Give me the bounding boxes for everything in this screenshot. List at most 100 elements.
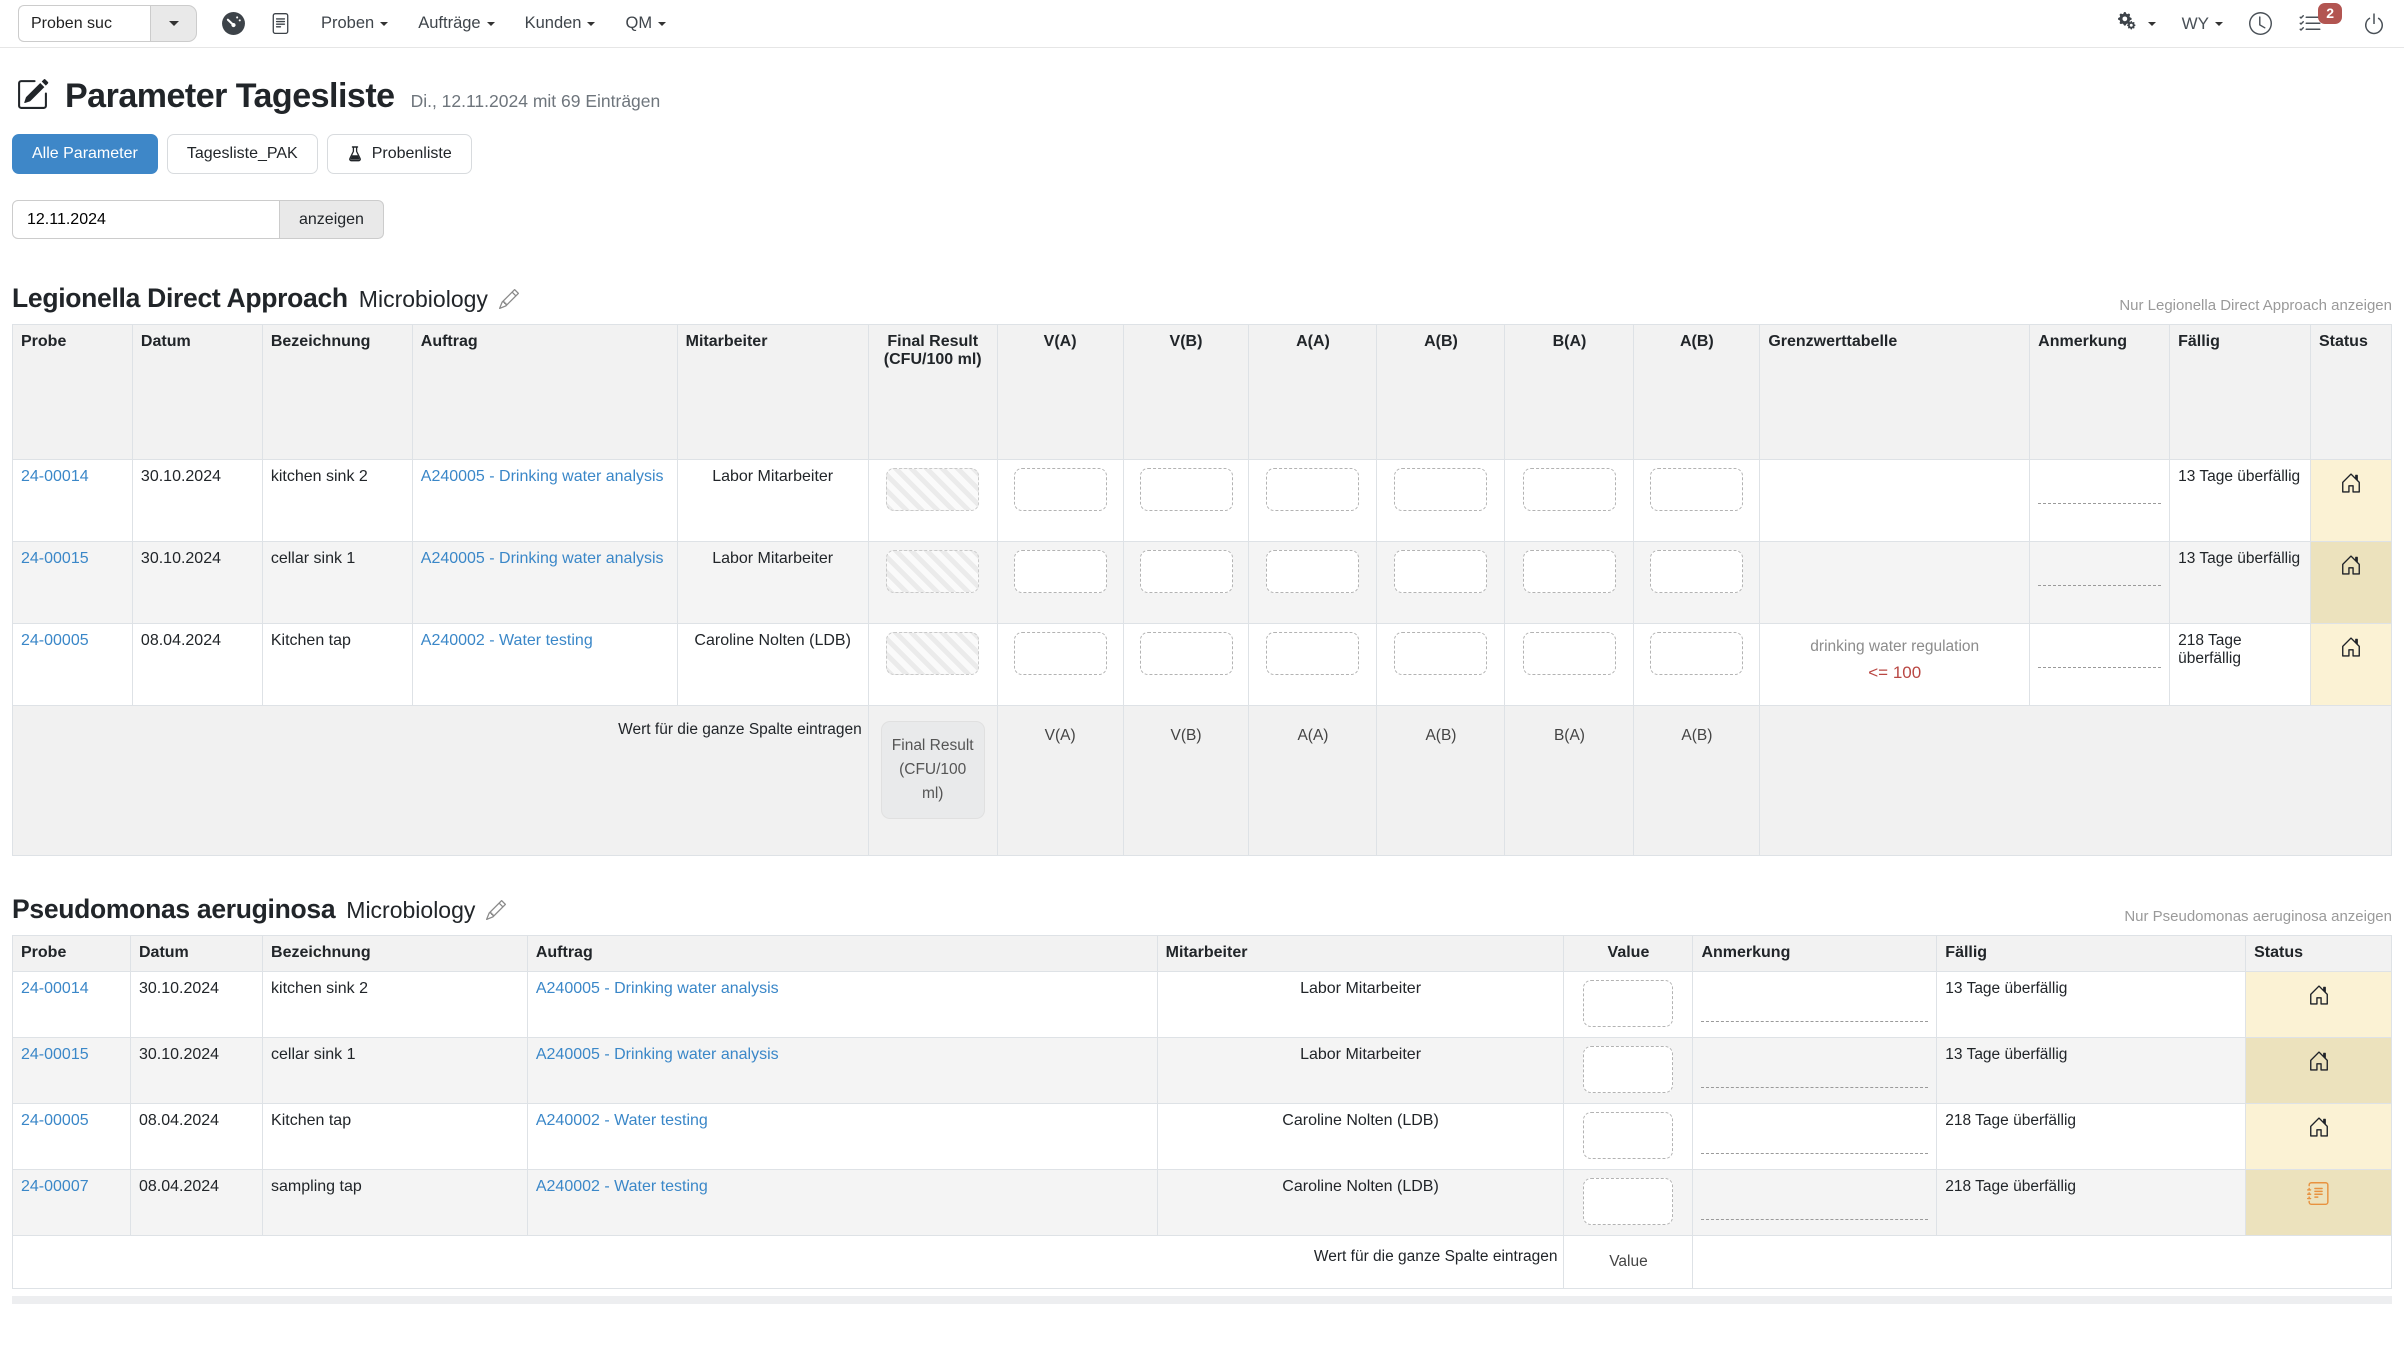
col-status: Status xyxy=(2310,325,2391,460)
edit-pencil-icon[interactable] xyxy=(486,900,506,925)
anmerkung-field[interactable] xyxy=(1701,980,1928,1022)
value-input[interactable] xyxy=(1583,980,1673,1027)
cell-bezeichnung: cellar sink 1 xyxy=(262,542,412,624)
chevron-down-icon xyxy=(587,22,595,26)
chevron-down-icon xyxy=(169,21,179,26)
replicate-value-input[interactable] xyxy=(1650,632,1743,675)
menu-qm[interactable]: QM xyxy=(625,14,666,33)
col-datum: Datum xyxy=(130,936,262,972)
replicate-value-input[interactable] xyxy=(1394,550,1487,593)
page-subtitle: Di., 12.11.2024 mit 69 Einträgen xyxy=(411,91,661,112)
col-mitarbeiter: Mitarbeiter xyxy=(677,325,868,460)
replicate-value-input[interactable] xyxy=(1014,632,1107,675)
probe-link[interactable]: 24-00014 xyxy=(21,980,89,997)
cell-replicate-value xyxy=(1377,460,1505,542)
probe-link[interactable]: 24-00005 xyxy=(21,632,89,649)
task-list-icon[interactable]: 2 xyxy=(2298,12,2322,36)
replicate-value-input[interactable] xyxy=(1394,632,1487,675)
edit-pencil-icon[interactable] xyxy=(499,289,519,314)
cell-probe: 24-00007 xyxy=(13,1170,131,1236)
document-icon[interactable] xyxy=(270,13,291,34)
auftrag-link[interactable]: A240002 - Water testing xyxy=(536,1112,708,1129)
user-menu[interactable]: WY xyxy=(2182,14,2223,34)
bulk-column-input[interactable]: V(B) xyxy=(1123,706,1249,856)
bulk-column-input[interactable]: A(B) xyxy=(1377,706,1505,856)
filter-tagesliste-pak-button[interactable]: Tagesliste_PAK xyxy=(167,134,318,174)
pseudomonas-tbody: 24-0001430.10.2024kitchen sink 2A240005 … xyxy=(13,972,2392,1236)
anmerkung-field[interactable] xyxy=(2038,550,2161,586)
bulk-column-input[interactable]: A(A) xyxy=(1249,706,1377,856)
replicate-value-input[interactable] xyxy=(1140,550,1233,593)
value-input[interactable] xyxy=(1583,1046,1673,1093)
auftrag-link[interactable]: A240002 - Water testing xyxy=(536,1178,708,1195)
filter-only-pseudomonas-link[interactable]: Nur Pseudomonas aeruginosa anzeigen xyxy=(2124,908,2392,925)
settings-gears-icon[interactable] xyxy=(2118,12,2156,36)
show-button[interactable]: anzeigen xyxy=(280,200,384,239)
table-row: 24-0001430.10.2024kitchen sink 2A240005 … xyxy=(13,972,2392,1038)
bulk-column-input[interactable]: A(B) xyxy=(1634,706,1760,856)
clock-icon[interactable] xyxy=(2249,12,2272,35)
auftrag-link[interactable]: A240002 - Water testing xyxy=(421,632,593,649)
cell-anmerkung xyxy=(1693,1038,1937,1104)
menu-proben[interactable]: Proben xyxy=(321,14,388,33)
bulk-column-input[interactable]: B(A) xyxy=(1505,706,1634,856)
replicate-value-input[interactable] xyxy=(1266,468,1359,511)
replicate-value-input[interactable] xyxy=(1014,468,1107,511)
menu-auftraege[interactable]: Aufträge xyxy=(418,14,494,33)
auftrag-link[interactable]: A240005 - Drinking water analysis xyxy=(421,468,664,485)
replicate-value-input[interactable] xyxy=(1140,632,1233,675)
probe-link[interactable]: 24-00015 xyxy=(21,1046,89,1063)
replicate-value-input[interactable] xyxy=(1140,468,1233,511)
value-input[interactable] xyxy=(1583,1112,1673,1159)
anmerkung-field[interactable] xyxy=(1701,1112,1928,1154)
probe-link[interactable]: 24-00014 xyxy=(21,468,89,485)
replicate-value-input[interactable] xyxy=(1650,468,1743,511)
anmerkung-field[interactable] xyxy=(2038,632,2161,668)
anmerkung-field[interactable] xyxy=(2038,468,2161,504)
search-input[interactable] xyxy=(18,5,150,42)
power-icon[interactable] xyxy=(2362,12,2386,36)
anmerkung-field[interactable] xyxy=(1701,1178,1928,1220)
bulk-entry-label: Wert für die ganze Spalte eintragen xyxy=(13,706,869,856)
filter-probenliste-button[interactable]: Probenliste xyxy=(327,134,472,174)
replicate-value-input[interactable] xyxy=(1523,632,1616,675)
table-row: 24-0000508.04.2024Kitchen tapA240002 - W… xyxy=(13,624,2392,706)
probe-link[interactable]: 24-00007 xyxy=(21,1178,89,1195)
replicate-value-input[interactable] xyxy=(1523,550,1616,593)
col-aa: A(A) xyxy=(1249,325,1377,460)
auftrag-link[interactable]: A240005 - Drinking water analysis xyxy=(536,980,779,997)
replicate-value-input[interactable] xyxy=(1266,632,1359,675)
bulk-column-input[interactable]: Value xyxy=(1564,1236,1693,1289)
cell-bezeichnung: kitchen sink 2 xyxy=(263,972,528,1038)
replicate-value-input[interactable] xyxy=(1650,550,1743,593)
probe-link[interactable]: 24-00005 xyxy=(21,1112,89,1129)
col-final-result: Final Result (CFU/100 ml) xyxy=(868,325,997,460)
home-icon xyxy=(2340,636,2362,658)
bulk-final-result-input[interactable]: Final Result (CFU/100 ml) xyxy=(881,721,985,819)
bulk-column-input[interactable]: V(A) xyxy=(997,706,1123,856)
cell-replicate-value xyxy=(997,460,1123,542)
search-dropdown-button[interactable] xyxy=(150,5,197,42)
anmerkung-field[interactable] xyxy=(1701,1046,1928,1088)
cell-probe: 24-00014 xyxy=(13,460,133,542)
replicate-value-input[interactable] xyxy=(1394,468,1487,511)
notification-badge: 2 xyxy=(2318,3,2342,24)
value-input[interactable] xyxy=(1583,1178,1673,1225)
replicate-value-input[interactable] xyxy=(1523,468,1616,511)
auftrag-link[interactable]: A240005 - Drinking water analysis xyxy=(536,1046,779,1063)
date-input[interactable] xyxy=(12,200,280,239)
menu-kunden[interactable]: Kunden xyxy=(525,14,596,33)
cell-faellig: 13 Tage überfällig xyxy=(1937,1038,2246,1104)
dashboard-gauge-icon[interactable] xyxy=(221,11,246,36)
replicate-value-input[interactable] xyxy=(1266,550,1359,593)
probe-link[interactable]: 24-00015 xyxy=(21,550,89,567)
col-probe: Probe xyxy=(13,936,131,972)
auftrag-link[interactable]: A240005 - Drinking water analysis xyxy=(421,550,664,567)
filter-alle-parameter-button[interactable]: Alle Parameter xyxy=(12,134,158,174)
filter-only-legionella-link[interactable]: Nur Legionella Direct Approach anzeigen xyxy=(2119,297,2392,314)
replicate-value-input[interactable] xyxy=(1014,550,1107,593)
date-picker-group: anzeigen xyxy=(12,200,2392,239)
col-auftrag: Auftrag xyxy=(527,936,1157,972)
cell-grenzwerttabelle xyxy=(1760,542,2030,624)
cell-replicate-value xyxy=(1634,460,1760,542)
